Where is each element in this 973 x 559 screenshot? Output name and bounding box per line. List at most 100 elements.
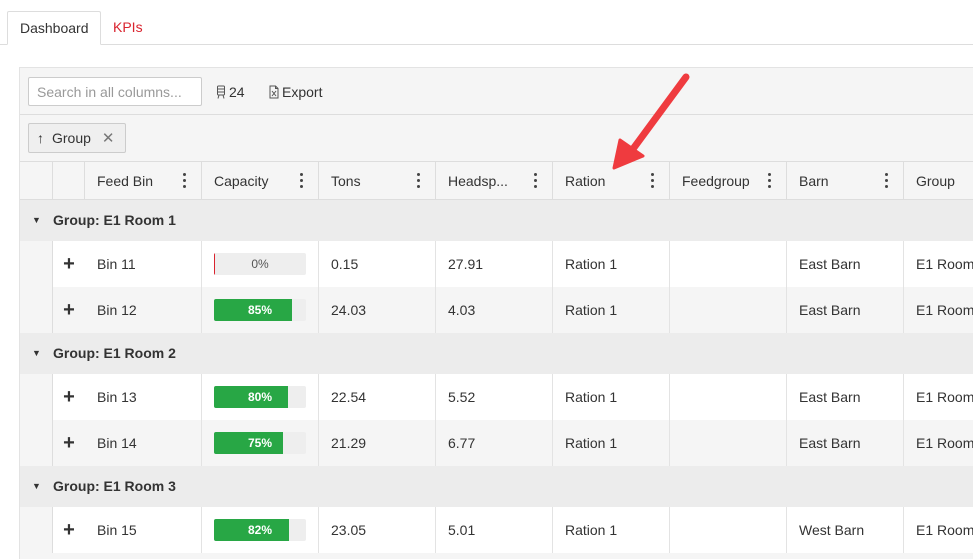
column-menu-icon[interactable] xyxy=(885,173,889,189)
cell-capacity: 85% xyxy=(202,287,319,333)
cell-text: Ration 1 xyxy=(565,389,618,405)
cell-barn: East Barn xyxy=(787,374,904,420)
cell-bin: Bin 12 xyxy=(85,287,202,333)
cell-barn: East Barn xyxy=(787,420,904,466)
column-menu-icon[interactable] xyxy=(768,173,772,189)
cell-headspace: 4.03 xyxy=(436,287,553,333)
collapse-triangle-icon[interactable]: ▼ xyxy=(32,200,41,241)
capacity-progress-bar: 75% xyxy=(214,432,306,454)
cell-text: Bin 15 xyxy=(97,522,137,538)
cell-tons: 23.05 xyxy=(319,507,436,553)
expand-row-plus-icon[interactable]: + xyxy=(53,287,85,333)
header-feed-bin[interactable]: Feed Bin xyxy=(85,162,202,200)
group-row-label: Group: E1 Room 1 xyxy=(53,212,176,228)
header-ration[interactable]: Ration xyxy=(553,162,670,200)
cell-ration: Ration 1 xyxy=(553,507,670,553)
column-menu-icon[interactable] xyxy=(651,173,655,189)
cell-ration: Ration 1 xyxy=(553,420,670,466)
group-row-label: Group: E1 Room 3 xyxy=(53,478,176,494)
column-menu-icon[interactable] xyxy=(300,173,304,189)
tab-kpis[interactable]: KPIs xyxy=(101,11,155,45)
cell-bin: Bin 11 xyxy=(85,241,202,287)
capacity-progress-bar: 0% xyxy=(214,253,306,275)
cell-capacity: 82% xyxy=(202,507,319,553)
table-row[interactable]: + Bin 13 80% 22.54 5.52 Ration 1 East Barn E1 R… xyxy=(20,374,973,420)
header-label: Feedgroup xyxy=(682,173,750,189)
cell-bin: Bin 13 xyxy=(85,374,202,420)
cell-text: E1 Room 2 xyxy=(916,389,973,405)
cell-group: E1 Room 2 xyxy=(904,374,973,420)
header-group[interactable]: Group xyxy=(904,162,973,200)
header-barn[interactable]: Barn xyxy=(787,162,904,200)
row-count[interactable]: 24 xyxy=(216,83,245,101)
header-row: Feed Bin Capacity Tons Headsp... Ration … xyxy=(20,162,973,200)
column-menu-icon[interactable] xyxy=(534,173,538,189)
export-button[interactable]: Export xyxy=(269,83,322,101)
table-row[interactable]: + Bin 15 82% 23.05 5.01 Ration 1 West Barn E1 R… xyxy=(20,507,973,553)
expand-row-plus-icon[interactable]: + xyxy=(53,507,85,553)
cell-feedgroup xyxy=(670,374,787,420)
group-chip-label: Group xyxy=(52,130,91,146)
table-row[interactable]: + Bin 11 0% 0.15 27.91 Ration 1 East Barn E1 Ro… xyxy=(20,241,973,287)
capacity-label: 85% xyxy=(247,303,273,317)
collapse-triangle-icon[interactable]: ▼ xyxy=(32,466,41,507)
column-menu-icon[interactable] xyxy=(183,173,187,189)
cell-text: Ration 1 xyxy=(565,435,618,451)
expand-row-plus-icon[interactable]: + xyxy=(53,420,85,466)
cell-capacity: 0% xyxy=(202,241,319,287)
header-feedgroup[interactable]: Feedgroup xyxy=(670,162,787,200)
header-capacity[interactable]: Capacity xyxy=(202,162,319,200)
group-panel: ↑ Group ✕ xyxy=(20,115,973,162)
row-indent xyxy=(20,507,53,553)
header-label: Headsp... xyxy=(448,173,508,189)
sort-asc-arrow-icon[interactable]: ↑ xyxy=(37,130,44,146)
cell-barn: West Barn xyxy=(787,507,904,553)
cell-feedgroup xyxy=(670,287,787,333)
cell-headspace: 5.01 xyxy=(436,507,553,553)
search-input[interactable] xyxy=(28,77,202,106)
header-tons[interactable]: Tons xyxy=(319,162,436,200)
capacity-label: 75% xyxy=(247,436,273,450)
header-label: Capacity xyxy=(214,173,269,189)
capacity-progress-bar: 80% xyxy=(214,386,306,408)
column-menu-icon[interactable] xyxy=(417,173,421,189)
table-row[interactable]: + Bin 14 75% 21.29 6.77 Ration 1 East Barn E1 R… xyxy=(20,420,973,466)
export-label: Export xyxy=(282,84,323,100)
capacity-progress-bar: 82% xyxy=(214,519,306,541)
row-indent xyxy=(20,287,53,333)
tab-dashboard[interactable]: Dashboard xyxy=(7,11,101,45)
collapse-triangle-icon[interactable]: ▼ xyxy=(32,333,41,374)
cell-ration: Ration 1 xyxy=(553,287,670,333)
cell-text: E1 Room 3 xyxy=(916,522,973,538)
group-row-label: Group: E1 Room 2 xyxy=(53,345,176,361)
group-chip[interactable]: ↑ Group ✕ xyxy=(28,123,126,153)
cell-text: E1 Room 2 xyxy=(916,435,973,451)
cell-text: East Barn xyxy=(799,435,861,451)
header-headspace[interactable]: Headsp... xyxy=(436,162,553,200)
cell-headspace: 5.52 xyxy=(436,374,553,420)
group-row[interactable]: ▼ Group: E1 Room 1 xyxy=(20,200,973,241)
header-label: Ration xyxy=(565,173,606,189)
cell-feedgroup xyxy=(670,420,787,466)
header-indent xyxy=(20,162,53,200)
cell-text: 23.05 xyxy=(331,522,367,538)
cell-bin: Bin 15 xyxy=(85,507,202,553)
cell-text: 4.03 xyxy=(448,302,476,318)
capacity-progress-bar: 85% xyxy=(214,299,306,321)
row-indent xyxy=(20,420,53,466)
cell-tons: 21.29 xyxy=(319,420,436,466)
table-row[interactable]: + Bin 12 85% 24.03 4.03 Ration 1 East Barn E1 R… xyxy=(20,287,973,333)
close-icon[interactable]: ✕ xyxy=(102,129,115,147)
group-row[interactable]: ▼ Group: E1 Room 2 xyxy=(20,333,973,374)
cell-text: E1 Room 1 xyxy=(916,256,973,272)
row-indent xyxy=(20,374,53,420)
cell-text: Bin 12 xyxy=(97,302,137,318)
expand-row-plus-icon[interactable]: + xyxy=(53,374,85,420)
cell-barn: East Barn xyxy=(787,287,904,333)
group-row[interactable]: ▼ Group: E1 Room 3 xyxy=(20,466,973,507)
cell-tons: 24.03 xyxy=(319,287,436,333)
expand-row-plus-icon[interactable]: + xyxy=(53,241,85,287)
cell-headspace: 27.91 xyxy=(436,241,553,287)
cell-capacity: 80% xyxy=(202,374,319,420)
cell-ration: Ration 1 xyxy=(553,374,670,420)
